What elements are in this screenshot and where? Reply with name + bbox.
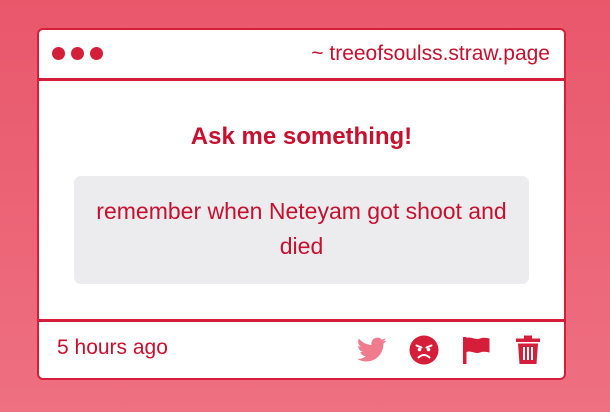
- page-title: Ask me something!: [190, 123, 413, 150]
- window-controls: [52, 47, 103, 60]
- action-bar: [356, 334, 544, 366]
- window-dot-3: [90, 47, 103, 60]
- delete-button[interactable]: [512, 334, 544, 366]
- report-button[interactable]: [460, 334, 492, 366]
- flag-icon: [463, 337, 490, 364]
- card-footer: 5 hours ago: [39, 319, 564, 378]
- window-dot-1: [52, 47, 65, 60]
- angry-face-icon: [409, 335, 439, 365]
- question-text: remember when Neteyam got shoot and died: [96, 198, 507, 259]
- page-url[interactable]: ~ treeofsoulss.straw.page: [311, 42, 550, 66]
- timestamp: 5 hours ago: [57, 336, 168, 359]
- window-dot-2: [71, 47, 84, 60]
- question-box: remember when Neteyam got shoot and died: [74, 176, 529, 284]
- twitter-icon: [357, 337, 387, 362]
- question-card: ~ treeofsoulss.straw.page Ask me somethi…: [37, 28, 566, 380]
- react-button[interactable]: [408, 334, 440, 366]
- window-titlebar: ~ treeofsoulss.straw.page: [39, 30, 564, 81]
- trash-icon: [516, 335, 540, 364]
- twitter-share-button[interactable]: [356, 334, 388, 366]
- main-content: Ask me something! remember when Neteyam …: [39, 81, 564, 321]
